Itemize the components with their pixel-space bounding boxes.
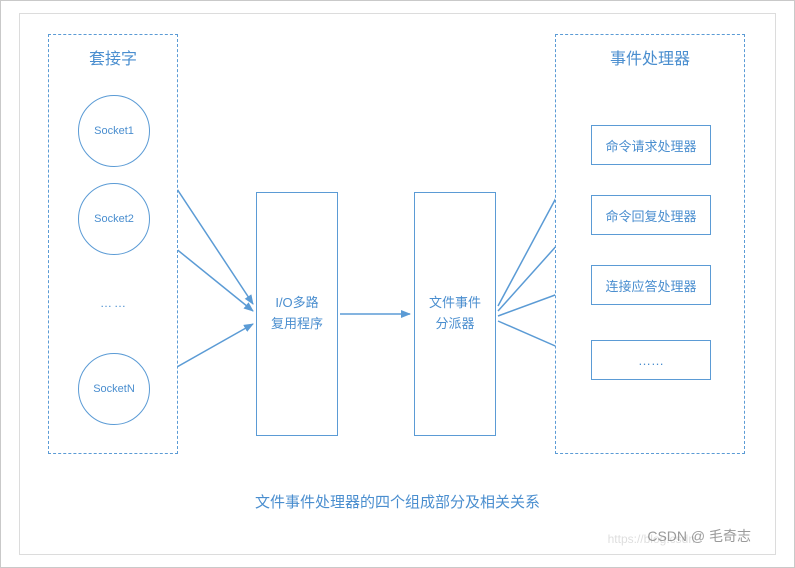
sockets-panel-title: 套接字 (49, 35, 177, 69)
dispatcher-line2: 分派器 (435, 314, 474, 335)
handlers-panel-title: 事件处理器 (556, 35, 744, 69)
dispatcher-line1: 文件事件 (429, 293, 481, 314)
io-multiplexer-line2: 复用程序 (271, 314, 323, 335)
socket-node: Socket1 (78, 95, 150, 167)
socket-node: SocketN (78, 353, 150, 425)
dispatcher-box: 文件事件 分派器 (414, 192, 496, 436)
handler-box: 命令回复处理器 (591, 195, 711, 235)
ellipsis-label: …… (78, 283, 150, 323)
io-multiplexer-box: I/O多路 复用程序 (256, 192, 338, 436)
handlers-panel: 事件处理器 命令请求处理器 命令回复处理器 连接应答处理器 …… (555, 34, 745, 454)
sockets-panel: 套接字 Socket1 Socket2 …… SocketN (48, 34, 178, 454)
inner-frame: 套接字 Socket1 Socket2 …… SocketN I/O多路 复用程… (19, 13, 776, 555)
handler-box: 命令请求处理器 (591, 125, 711, 165)
watermark: CSDN @ 毛奇志 (647, 526, 751, 546)
handler-box: 连接应答处理器 (591, 265, 711, 305)
outer-frame: 套接字 Socket1 Socket2 …… SocketN I/O多路 复用程… (0, 0, 795, 568)
socket-node: Socket2 (78, 183, 150, 255)
handler-ellipsis-box: …… (591, 340, 711, 380)
io-multiplexer-line1: I/O多路 (275, 293, 318, 314)
diagram-caption: 文件事件处理器的四个组成部分及相关关系 (20, 491, 775, 512)
